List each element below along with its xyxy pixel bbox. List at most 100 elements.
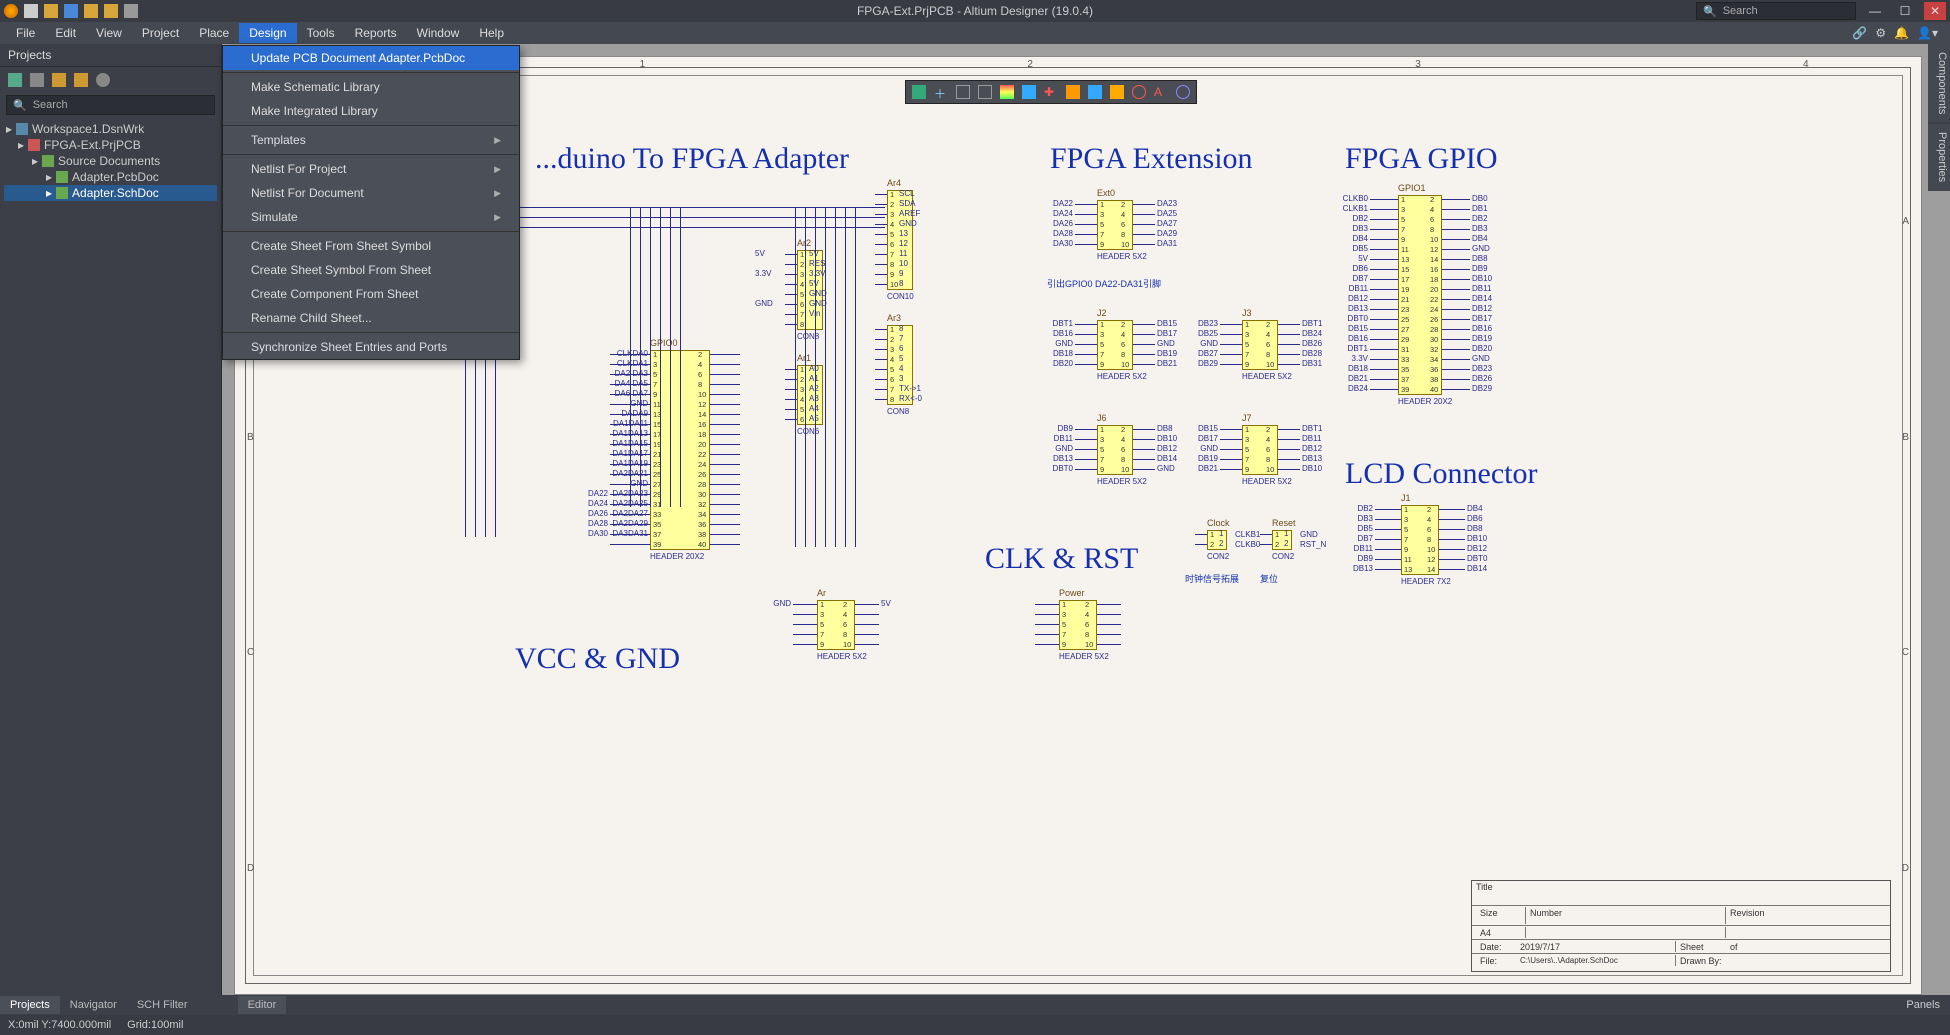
- status-grid: Grid:100mil: [127, 1019, 183, 1031]
- tree-node[interactable]: ▸Workspace1.DsnWrk: [4, 121, 217, 137]
- menu-file[interactable]: File: [6, 23, 45, 43]
- highlight-icon[interactable]: [1110, 85, 1124, 99]
- projects-search-placeholder: Search: [33, 99, 68, 111]
- notification-icon[interactable]: 🔔: [1894, 26, 1909, 40]
- statusbar: X:0mil Y:7400.000mil Grid:100mil: [0, 1015, 1950, 1035]
- component-ar4[interactable]: Ar4CON101SCL2SDA3AREF4GND513612711810991…: [875, 182, 915, 296]
- tb-size-lbl: Size: [1476, 907, 1526, 924]
- rect-icon[interactable]: [956, 85, 970, 99]
- folder-icon[interactable]: [52, 73, 66, 87]
- component-clock[interactable]: ClockCON21122CLKB1CLKB0: [1195, 522, 1245, 556]
- new-icon[interactable]: [24, 4, 38, 18]
- title-block: Title Size Number Revision A4 Date: 2019…: [1471, 880, 1891, 972]
- component-ext0[interactable]: Ext0HEADER 5X212DA22DA2334DA24DA2556DA26…: [1075, 192, 1155, 256]
- user-icon[interactable]: 👤▾: [1917, 26, 1938, 40]
- global-search[interactable]: 🔍 Search: [1696, 2, 1856, 20]
- tree-node[interactable]: ▸FPGA-Ext.PrjPCB: [4, 137, 217, 153]
- tree-node[interactable]: ▸Source Documents: [4, 153, 217, 169]
- menu-item[interactable]: Simulate▶: [223, 205, 519, 229]
- tree-node[interactable]: ▸Adapter.SchDoc: [4, 185, 217, 201]
- share-icon[interactable]: 🔗: [1852, 26, 1867, 40]
- component-power[interactable]: PowerHEADER 5X212345678910: [1035, 592, 1121, 656]
- panels-button[interactable]: Panels: [1896, 996, 1950, 1014]
- title-vcc-gnd: VCC & GND: [515, 642, 680, 676]
- zone-2: 2: [1027, 59, 1033, 70]
- component-reset[interactable]: ResetCON21122GNDRST_N: [1260, 522, 1310, 556]
- print-icon[interactable]: [124, 4, 138, 18]
- text-icon[interactable]: A: [1154, 85, 1168, 99]
- tb-date: 2019/7/17: [1516, 941, 1676, 952]
- menu-reports[interactable]: Reports: [345, 23, 407, 43]
- component-gpio1[interactable]: GPIO1HEADER 20X212CLKB0DB034CLKB1DB156DB…: [1370, 187, 1470, 401]
- component-j2[interactable]: J2HEADER 5X212DBT1DB1534DB16DB1756GNDGND…: [1075, 312, 1155, 376]
- component-j6[interactable]: J6HEADER 5X212DB9DB834DB11DB1056GNDDB127…: [1075, 417, 1155, 481]
- menu-item[interactable]: Templates▶: [223, 128, 519, 152]
- zone-b-l: B: [247, 432, 254, 443]
- title-fpga-gpio: FPGA GPIO: [1345, 142, 1498, 176]
- component-ar[interactable]: ArHEADER 5X212GND5V345678910: [793, 592, 879, 656]
- open-icon[interactable]: [44, 4, 58, 18]
- menu-view[interactable]: View: [86, 23, 132, 43]
- close-button[interactable]: ✕: [1924, 2, 1946, 20]
- tb-date-lbl: Date:: [1476, 941, 1516, 952]
- layer-icon[interactable]: [1000, 85, 1014, 99]
- component-j1[interactable]: J1HEADER 7X212DB2DB434DB3DB656DB5DB878DB…: [1375, 497, 1465, 581]
- menu-item[interactable]: Create Sheet Symbol From Sheet: [223, 258, 519, 282]
- gear-icon[interactable]: ⚙: [1875, 26, 1886, 40]
- tree-node[interactable]: ▸Adapter.PcbDoc: [4, 169, 217, 185]
- tb-file-lbl: File:: [1476, 955, 1516, 966]
- menu-help[interactable]: Help: [469, 23, 514, 43]
- menu-design[interactable]: Design: [239, 23, 296, 43]
- component-j7[interactable]: J7HEADER 5X212DB15DBT134DB17DB1156GNDDB1…: [1220, 417, 1300, 481]
- minimize-button[interactable]: —: [1864, 2, 1886, 20]
- component-ar3[interactable]: Ar3CON81827364554637TX->18RX<-0: [875, 317, 915, 411]
- tb-title-lbl: Title: [1476, 882, 1493, 904]
- tab-sch-filter[interactable]: SCH Filter: [127, 996, 198, 1014]
- menu-item[interactable]: Netlist For Project▶: [223, 157, 519, 181]
- snap-icon[interactable]: [978, 85, 992, 99]
- maximize-button[interactable]: ☐: [1894, 2, 1916, 20]
- note-rst: 复位: [1260, 572, 1278, 585]
- distribute-icon[interactable]: [1066, 85, 1080, 99]
- save-all-icon[interactable]: [104, 4, 118, 18]
- arc-icon[interactable]: [1176, 85, 1190, 99]
- tb-of: of: [1726, 941, 1742, 952]
- save-icon[interactable]: [64, 4, 78, 18]
- projects-search[interactable]: 🔍 Search: [6, 95, 215, 115]
- menu-place[interactable]: Place: [189, 23, 239, 43]
- component-j3[interactable]: J3HEADER 5X212DB23DBT134DB25DB2456GNDDB2…: [1220, 312, 1300, 376]
- grid-icon[interactable]: [1088, 85, 1102, 99]
- menu-window[interactable]: Window: [407, 23, 470, 43]
- menu-item[interactable]: Make Integrated Library: [223, 99, 519, 123]
- menu-edit[interactable]: Edit: [45, 23, 86, 43]
- tab-navigator[interactable]: Navigator: [60, 996, 127, 1014]
- open-project-icon[interactable]: [84, 4, 98, 18]
- menu-item[interactable]: Update PCB Document Adapter.PcbDoc: [223, 46, 519, 70]
- filter-icon[interactable]: [912, 85, 926, 99]
- menu-item[interactable]: Rename Child Sheet...: [223, 306, 519, 330]
- project-icon[interactable]: [8, 73, 22, 87]
- zone-d-l: D: [247, 863, 254, 874]
- align-icon[interactable]: [1022, 85, 1036, 99]
- projects-tree: ▸Workspace1.DsnWrk▸FPGA-Ext.PrjPCB▸Sourc…: [0, 117, 221, 205]
- zone-4: 4: [1803, 59, 1809, 70]
- cross-icon[interactable]: ✚: [1044, 85, 1058, 99]
- menu-item[interactable]: Netlist For Document▶: [223, 181, 519, 205]
- tab-projects[interactable]: Projects: [0, 996, 60, 1014]
- menu-item[interactable]: Create Component From Sheet: [223, 282, 519, 306]
- folder-open-icon[interactable]: [74, 73, 88, 87]
- tab-editor[interactable]: Editor: [238, 996, 287, 1014]
- menu-project[interactable]: Project: [132, 23, 189, 43]
- document-icon[interactable]: [30, 73, 44, 87]
- tab-properties[interactable]: Properties: [1928, 124, 1950, 190]
- projects-panel-title: Projects: [0, 44, 221, 67]
- tab-components[interactable]: Components: [1928, 44, 1950, 122]
- menu-tools[interactable]: Tools: [297, 23, 345, 43]
- menu-item[interactable]: Create Sheet From Sheet Symbol: [223, 234, 519, 258]
- title-clk-rst: CLK & RST: [985, 542, 1138, 576]
- settings-icon[interactable]: [96, 73, 110, 87]
- menu-item[interactable]: Make Schematic Library: [223, 75, 519, 99]
- circle-icon[interactable]: [1132, 85, 1146, 99]
- plus-icon[interactable]: ＋: [934, 85, 948, 99]
- menu-item[interactable]: Synchronize Sheet Entries and Ports: [223, 335, 519, 359]
